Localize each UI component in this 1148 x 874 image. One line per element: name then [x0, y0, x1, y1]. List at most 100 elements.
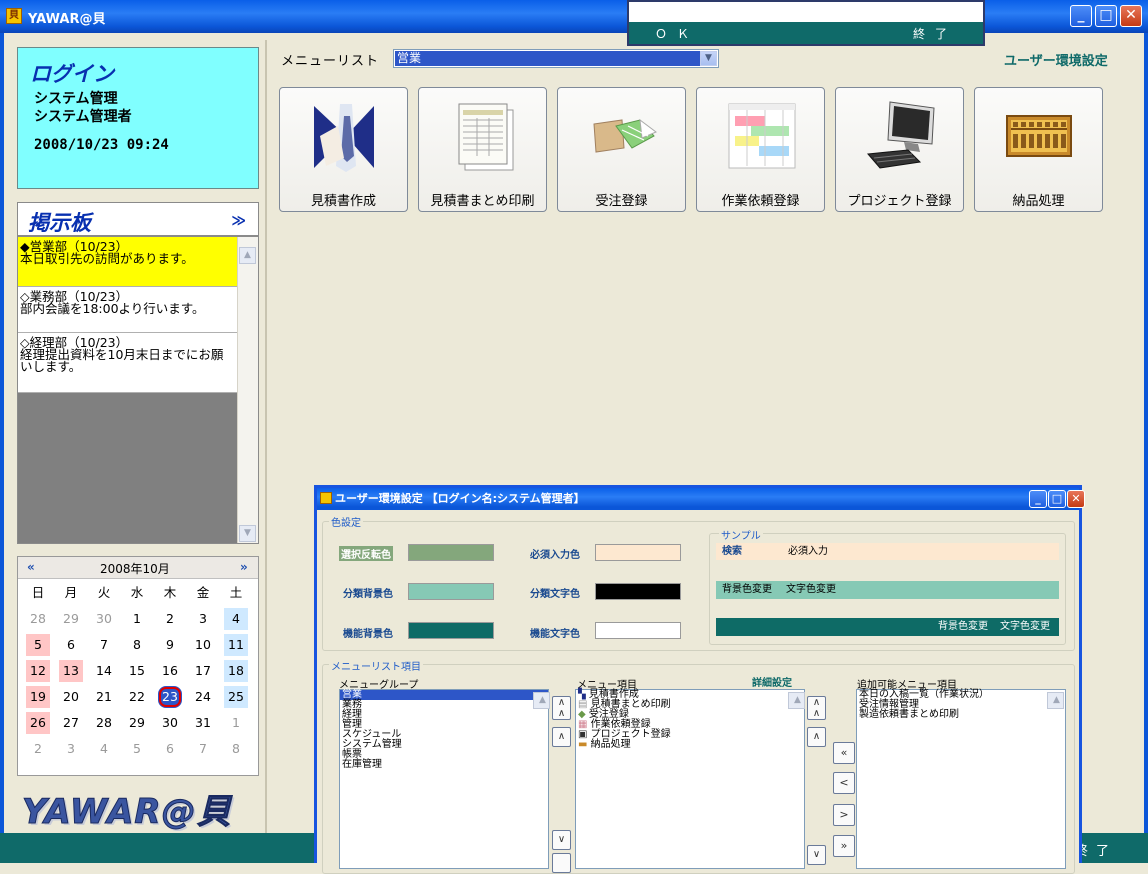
calendar-day[interactable]: 3 [191, 608, 215, 630]
calendar-day[interactable]: 7 [92, 634, 116, 656]
chevron-down-icon[interactable]: ▼ [700, 51, 717, 66]
calendar-day[interactable]: 3 [59, 738, 83, 760]
calendar-day[interactable]: 10 [191, 634, 215, 656]
tile-estimate-print[interactable]: 見積書まとめ印刷 [418, 87, 547, 212]
maximize-icon[interactable]: □ [1048, 490, 1066, 508]
calendar-day[interactable]: 19 [26, 686, 50, 708]
calendar-day[interactable]: 1 [125, 608, 149, 630]
scroll-up-icon[interactable]: ▲ [239, 247, 256, 264]
menu-group-listbox[interactable]: 営業 業務 経理 管理 スケジュール システム管理 帳票 在庫管理 ▲ [339, 689, 550, 869]
calendar-day[interactable]: 23 [158, 686, 182, 708]
calendar-day[interactable]: 4 [92, 738, 116, 760]
close-icon[interactable]: ✕ [1120, 5, 1142, 27]
quit-button[interactable]: 終了 [913, 25, 957, 42]
ok-button[interactable]: ＯＫ [655, 25, 699, 42]
calendar-day[interactable]: 26 [26, 712, 50, 734]
move-down-one-button[interactable]: ∨ [807, 845, 826, 865]
close-icon[interactable]: ✕ [1067, 490, 1085, 508]
gantt-chart-icon [728, 103, 796, 169]
move-up-one-button[interactable]: ∧ [807, 727, 826, 747]
category-bg-color-swatch[interactable] [408, 583, 494, 600]
tile-work-request[interactable]: 作業依頼登録 [696, 87, 825, 212]
calendar-day[interactable]: 6 [158, 738, 182, 760]
calendar-day[interactable]: 27 [59, 712, 83, 734]
calendar-day[interactable]: 30 [92, 608, 116, 630]
calendar-day[interactable]: 13 [59, 660, 83, 682]
menu-list-select[interactable]: 営業 ▼ [393, 49, 719, 68]
list-item[interactable]: 在庫管理 [340, 760, 548, 770]
select-reverse-color-swatch[interactable] [408, 544, 494, 561]
scroll-up-icon[interactable]: ▲ [788, 692, 805, 709]
list-item[interactable]: 経理 [340, 710, 548, 720]
calendar-day[interactable]: 29 [59, 608, 83, 630]
bulletin-more-link[interactable]: ≫ [231, 213, 246, 229]
list-item[interactable]: システム管理 [340, 740, 548, 750]
bulletin-item[interactable]: ◇経理部（10/23） 経理提出資料を10月末日までにお願いします。 [18, 333, 237, 393]
calendar-day[interactable]: 28 [92, 712, 116, 734]
calendar-day[interactable]: 6 [59, 634, 83, 656]
scroll-up-icon[interactable]: ▲ [1047, 692, 1064, 709]
calendar-day[interactable]: 29 [125, 712, 149, 734]
calendar-day[interactable]: 25 [224, 686, 248, 708]
addable-menu-listbox[interactable]: 本日の入稿一覧（作業状況） 受注情報管理 製造依頼書まとめ印刷 ▲ [856, 689, 1066, 869]
add-one-button[interactable]: < [833, 772, 855, 794]
calendar-day[interactable]: 22 [125, 686, 149, 708]
calendar-day[interactable]: 24 [191, 686, 215, 708]
user-env-settings-link[interactable]: ユーザー環境設定 [1004, 50, 1108, 69]
list-item[interactable]: 製造依頼書まとめ印刷 [857, 710, 1065, 720]
calendar-day[interactable]: 4 [224, 608, 248, 630]
list-item[interactable]: ▬ 納品処理 [576, 740, 804, 750]
calendar-next-icon[interactable]: » [240, 560, 248, 574]
add-all-button[interactable]: « [833, 742, 855, 764]
scroll-up-icon[interactable]: ▲ [533, 692, 550, 709]
calendar-day[interactable]: 2 [158, 608, 182, 630]
menu-item-listbox[interactable]: ▚ 見積書作成 ▤ 見積書まとめ印刷 ◆ 受注登録 ▦ 作業依頼登録 ▣ プロジ… [575, 689, 805, 869]
calendar-day[interactable]: 28 [26, 608, 50, 630]
calendar-day[interactable]: 12 [26, 660, 50, 682]
bulletin-scrollbar[interactable]: ▲ ▼ [237, 237, 258, 543]
maximize-icon[interactable]: □ [1095, 5, 1117, 27]
move-down-one-button[interactable]: ∨ [552, 830, 571, 850]
calendar-day[interactable]: 20 [59, 686, 83, 708]
calendar-day[interactable]: 1 [224, 712, 248, 734]
list-item[interactable]: 営業 [340, 690, 548, 700]
minimize-icon[interactable]: _ [1070, 5, 1092, 27]
calendar-day[interactable]: 18 [224, 660, 248, 682]
calendar-day[interactable]: 2 [26, 738, 50, 760]
move-up-one-button[interactable]: ∧ [552, 727, 571, 747]
calendar-day[interactable]: 5 [26, 634, 50, 656]
move-down-button[interactable] [552, 853, 571, 873]
calendar-day[interactable]: 21 [92, 686, 116, 708]
bulletin-item[interactable]: ◇業務部（10/23） 部内会議を18:00より行います。 [18, 287, 237, 333]
calendar-day[interactable]: 17 [191, 660, 215, 682]
calendar-day[interactable]: 15 [125, 660, 149, 682]
calendar-day[interactable]: 9 [158, 634, 182, 656]
minimize-icon[interactable]: _ [1029, 490, 1047, 508]
category-text-color-swatch[interactable] [595, 583, 681, 600]
move-up-button[interactable]: ∧ ∧ [807, 696, 826, 720]
calendar-day[interactable]: 30 [158, 712, 182, 734]
calendar-day[interactable]: 5 [125, 738, 149, 760]
remove-all-button[interactable]: » [833, 835, 855, 857]
remove-one-button[interactable]: > [833, 804, 855, 826]
required-input-color-swatch[interactable] [595, 544, 681, 561]
move-up-button[interactable]: ∧ ∧ [552, 696, 571, 720]
tile-project-register[interactable]: プロジェクト登録 [835, 87, 964, 212]
list-item[interactable]: 業務 [340, 700, 548, 710]
calendar-day[interactable]: 7 [191, 738, 215, 760]
detail-settings-link[interactable]: 詳細設定 [752, 674, 792, 689]
tile-order-register[interactable]: 受注登録 [557, 87, 686, 212]
calendar-day[interactable]: 8 [224, 738, 248, 760]
scroll-down-icon[interactable]: ▼ [239, 525, 256, 542]
calendar-day[interactable]: 14 [92, 660, 116, 682]
calendar-day[interactable]: 8 [125, 634, 149, 656]
calendar-day[interactable]: 11 [224, 634, 248, 656]
function-bg-color-swatch[interactable] [408, 622, 494, 639]
function-text-color-swatch[interactable] [595, 622, 681, 639]
calendar-day[interactable]: 31 [191, 712, 215, 734]
calendar-prev-icon[interactable]: « [27, 560, 35, 574]
calendar-day[interactable]: 16 [158, 660, 182, 682]
bulletin-item[interactable]: ◆営業部（10/23） 本日取引先の訪問があります。 [18, 237, 237, 287]
tile-estimate-create[interactable]: 見積書作成 [279, 87, 408, 212]
tile-delivery[interactable]: 納品処理 [974, 87, 1103, 212]
